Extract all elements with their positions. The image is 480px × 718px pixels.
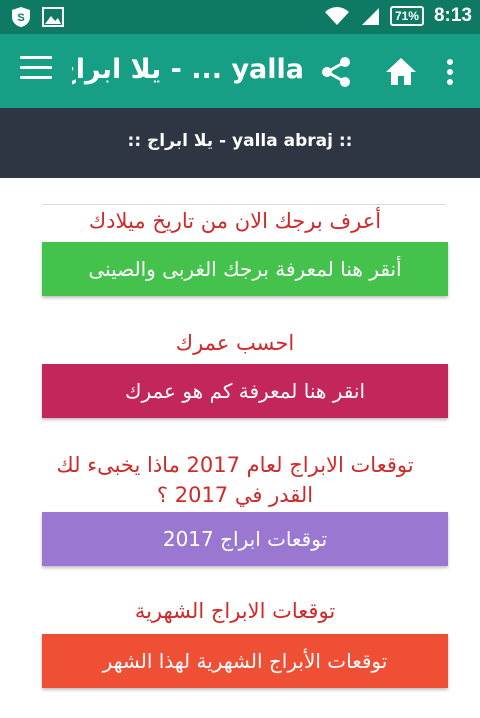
monthly-forecast-button[interactable]: توقعات الأبراج الشهرية لهذا الشهر xyxy=(42,634,448,688)
wifi-icon xyxy=(324,7,349,25)
clock: 8:13 xyxy=(433,5,472,26)
age-calculator-button[interactable]: انقر هنا لمعرفة كم هو عمرك xyxy=(42,364,448,418)
shield-icon: S xyxy=(12,7,30,27)
share-icon[interactable] xyxy=(318,54,354,90)
content: أعرف برجك الان من تاريخ ميلادك أنقر هنا … xyxy=(0,178,480,718)
signal-icon xyxy=(361,8,379,25)
forecast-2017-button[interactable]: توقعات ابراج 2017 xyxy=(42,512,448,566)
section-heading-2017-line2: القدر في 2017 ؟ xyxy=(156,483,314,507)
menu-line xyxy=(20,56,52,59)
image-icon xyxy=(42,7,64,27)
svg-text:S: S xyxy=(17,12,24,24)
more-options-icon[interactable] xyxy=(440,54,460,90)
zodiac-lookup-button[interactable]: أنقر هنا لمعرفة برجك الغربى والصينى xyxy=(42,242,448,296)
sub-header: :: yalla abraj - يلا ابراج :: xyxy=(0,108,480,178)
section-heading-age: احسب عمرك xyxy=(175,331,295,355)
status-notifications: S xyxy=(10,6,64,28)
battery-indicator: 71% xyxy=(389,6,424,26)
app-title: yalla ... - يلا ابراج xyxy=(72,54,304,85)
divider xyxy=(42,204,446,205)
menu-line xyxy=(20,66,52,69)
section-heading-2017-line1: توقعات الابراج لعام 2017 ماذا يخبىء لك xyxy=(56,453,414,477)
sub-header-title: :: yalla abraj - يلا ابراج :: xyxy=(127,131,353,151)
section-heading-birth: أعرف برجك الان من تاريخ ميلادك xyxy=(88,209,382,233)
home-icon[interactable] xyxy=(383,54,419,90)
app-bar: yalla ... - يلا ابراج xyxy=(0,34,480,108)
menu-line xyxy=(20,76,52,79)
status-indicators: 71% 8:13 xyxy=(324,5,472,27)
battery-level: 71% xyxy=(394,9,419,23)
status-bar: S 71% 8:13 xyxy=(0,0,480,34)
menu-button[interactable] xyxy=(20,56,52,86)
section-heading-monthly: توقعات الابراج الشهرية xyxy=(134,599,336,623)
